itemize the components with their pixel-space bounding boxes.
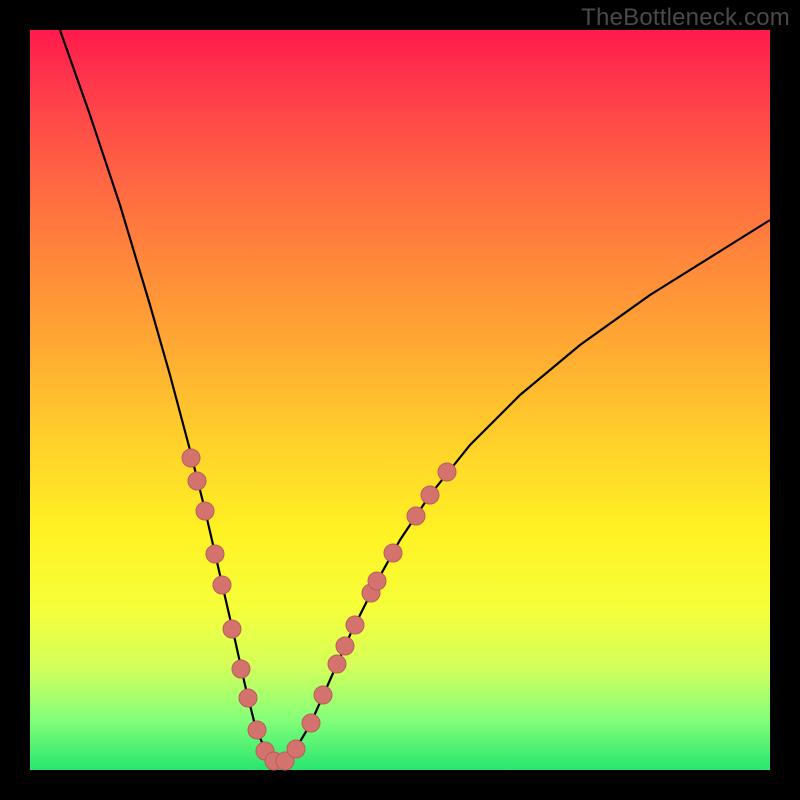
data-point <box>206 545 224 563</box>
data-point <box>438 463 456 481</box>
data-point <box>287 740 305 758</box>
data-point <box>223 620 241 638</box>
data-point <box>346 616 364 634</box>
data-point <box>248 721 266 739</box>
data-point <box>368 572 386 590</box>
data-point <box>314 686 332 704</box>
chart-frame: TheBottleneck.com <box>0 0 800 800</box>
data-point <box>384 544 402 562</box>
data-point <box>232 660 250 678</box>
data-point <box>213 576 231 594</box>
plot-area <box>30 30 770 770</box>
data-point <box>302 714 320 732</box>
data-point <box>182 449 200 467</box>
data-point <box>196 502 214 520</box>
data-point <box>336 637 354 655</box>
data-point <box>239 689 257 707</box>
data-point <box>407 507 425 525</box>
data-point <box>188 472 206 490</box>
data-point <box>328 655 346 673</box>
data-point <box>421 486 439 504</box>
bottleneck-curve <box>60 30 770 762</box>
data-markers <box>182 449 456 770</box>
watermark-text: TheBottleneck.com <box>581 4 790 32</box>
chart-svg <box>30 30 770 770</box>
